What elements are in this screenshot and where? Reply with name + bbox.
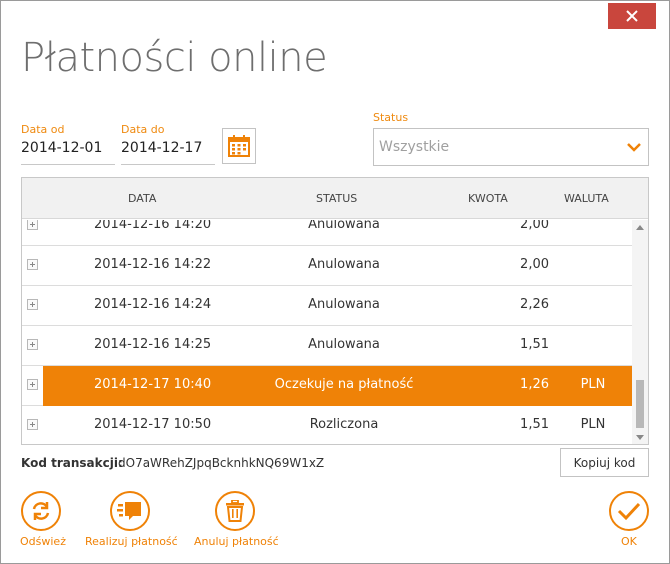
ok-button[interactable]: OK [609, 491, 649, 551]
date-to-label: Data do [121, 123, 165, 136]
grid-scrollbar[interactable] [632, 220, 648, 444]
column-header-date[interactable]: DATA [128, 192, 156, 205]
cancel-payment-label: Anuluj płatność [194, 535, 279, 548]
row-currency: PLN [580, 377, 606, 392]
table-row[interactable]: 2014-12-16 14:22 Anulowana 2,00 [22, 246, 632, 286]
grid-rows: 2014-12-16 14:20 Anulowana 2,00 2014-12-… [22, 220, 632, 444]
dialog-title: Płatności online [21, 35, 328, 81]
date-from-input[interactable]: 2014-12-01 [21, 140, 102, 156]
calendar-button[interactable] [222, 128, 256, 164]
pay-icon [110, 491, 150, 531]
expand-icon[interactable] [27, 379, 38, 390]
transaction-code-value: dO7aWRehZJpqBcknhkNQ69W1xZ [118, 456, 325, 470]
row-date: 2014-12-16 14:25 [94, 337, 212, 352]
row-status: Anulowana [308, 337, 380, 352]
row-status: Oczekuje na płatność [274, 377, 414, 392]
row-date: 2014-12-17 10:50 [94, 417, 212, 432]
calendar-icon [228, 135, 250, 157]
date-to-input[interactable]: 2014-12-17 [121, 140, 202, 156]
row-amount: 1,51 [520, 417, 549, 432]
pay-label: Realizuj płatność [85, 535, 178, 548]
row-amount: 2,00 [520, 220, 549, 232]
table-row[interactable]: 2014-12-16 14:25 Anulowana 1,51 [22, 326, 632, 366]
row-status: Rozliczona [309, 417, 379, 432]
close-icon [626, 10, 638, 22]
payments-dialog: Płatności online Data od 2014-12-01 Data… [0, 0, 670, 564]
column-header-currency[interactable]: WALUTA [564, 192, 609, 205]
ok-label: OK [621, 535, 637, 548]
expand-icon[interactable] [27, 299, 38, 310]
column-header-status[interactable]: STATUS [316, 192, 357, 205]
trash-icon [215, 491, 255, 531]
chevron-down-icon [627, 143, 641, 152]
row-date: 2014-12-16 14:20 [94, 220, 212, 232]
status-select[interactable]: Wszystkie [373, 128, 649, 166]
checkmark-icon [609, 491, 649, 531]
date-from-underline [21, 164, 115, 165]
table-row[interactable]: 2014-12-16 14:24 Anulowana 2,26 [22, 286, 632, 326]
row-amount: 1,51 [520, 337, 549, 352]
table-row-selected[interactable]: 2014-12-17 10:40 Oczekuje na płatność 1,… [22, 366, 632, 406]
row-date: 2014-12-17 10:40 [94, 377, 212, 392]
expand-icon[interactable] [27, 419, 38, 430]
refresh-button[interactable]: Odśwież [20, 491, 66, 551]
row-amount: 2,26 [520, 297, 549, 312]
row-status: Anulowana [308, 220, 380, 232]
copy-code-button[interactable]: Kopiuj kod [560, 448, 649, 477]
expand-icon[interactable] [27, 220, 38, 230]
cancel-payment-button[interactable]: Anuluj płatność [194, 491, 279, 551]
scroll-down-arrow-icon[interactable] [636, 435, 644, 440]
column-header-amount[interactable]: KWOTA [468, 192, 508, 205]
expand-icon[interactable] [27, 259, 38, 270]
date-from-label: Data od [21, 123, 65, 136]
payments-grid: DATA STATUS KWOTA WALUTA 2014-12-16 14:2… [21, 177, 649, 445]
row-status: Anulowana [308, 257, 380, 272]
row-status: Anulowana [308, 297, 380, 312]
close-button[interactable] [608, 3, 656, 29]
table-row[interactable]: 2014-12-17 10:50 Rozliczona 1,51 PLN [22, 406, 632, 444]
date-to-underline [121, 164, 215, 165]
scroll-up-arrow-icon[interactable] [636, 225, 644, 230]
grid-header: DATA STATUS KWOTA WALUTA [22, 178, 648, 219]
row-currency: PLN [580, 417, 606, 432]
status-select-value: Wszystkie [379, 139, 450, 155]
refresh-label: Odśwież [20, 535, 66, 548]
scroll-thumb[interactable] [636, 380, 644, 428]
row-date: 2014-12-16 14:24 [94, 297, 212, 312]
row-amount: 2,00 [520, 257, 549, 272]
expand-icon[interactable] [27, 339, 38, 350]
transaction-code-label: Kod transakcji: [21, 456, 123, 470]
status-label: Status [373, 111, 409, 124]
refresh-icon [21, 491, 61, 531]
row-date: 2014-12-16 14:22 [94, 257, 212, 272]
table-row[interactable]: 2014-12-16 14:20 Anulowana 2,00 [22, 220, 632, 246]
row-amount: 1,26 [520, 377, 549, 392]
pay-button[interactable]: Realizuj płatność [85, 491, 178, 551]
